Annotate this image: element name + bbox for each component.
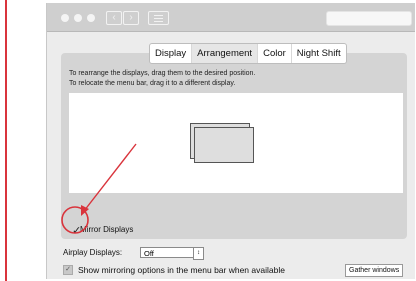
annotation-circle [61,206,89,234]
tab-arrangement[interactable]: Arrangement [192,44,259,63]
tab-night-shift[interactable]: Night Shift [292,44,346,63]
tab-bar: Display Arrangement Color Night Shift [149,43,347,64]
tab-display[interactable]: Display [150,44,193,63]
tab-color[interactable]: Color [258,44,292,63]
annotation-arrow-line [83,143,137,212]
